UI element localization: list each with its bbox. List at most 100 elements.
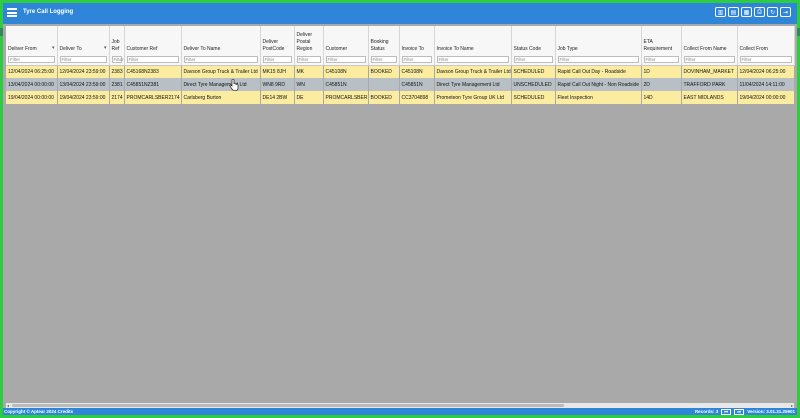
columns-icon[interactable]: ▥: [715, 7, 726, 17]
column-header[interactable]: Status Code Filter: [511, 26, 556, 66]
column-label: Invoice To Name: [436, 45, 474, 52]
scrollbar-thumb[interactable]: [12, 404, 564, 407]
column-filter-input[interactable]: Filter: [513, 55, 553, 63]
table-cell: C45108N: [399, 65, 434, 78]
column-label: Customer Ref: [126, 45, 158, 52]
column-header[interactable]: Customer Filter: [323, 26, 369, 66]
column-filter-input[interactable]: Filter: [401, 55, 432, 63]
table-cell: 11/04/2024 14:11:00: [737, 78, 794, 91]
table-cell: DE14 2BW: [260, 91, 294, 104]
table-cell: BOOKED: [368, 65, 399, 78]
column-header[interactable]: Invoice To Filter: [399, 26, 435, 66]
column-filter-input[interactable]: Filter: [436, 55, 509, 63]
table-cell: 19/04/2024 23:59:00: [57, 91, 109, 104]
column-filter-input[interactable]: Filter: [325, 55, 366, 63]
menu-icon[interactable]: [7, 8, 17, 17]
table-cell: 2381: [109, 78, 124, 91]
table-cell: PROMCARLSBER2174: [124, 91, 181, 104]
column-filter-input[interactable]: Filter: [683, 55, 735, 63]
column-header[interactable]: Invoice To Name Filter: [434, 26, 512, 66]
table-cell: 2383: [109, 65, 124, 78]
column-header[interactable]: Deliver To Name Filter: [181, 26, 261, 66]
column-filter-input[interactable]: Filter: [557, 55, 639, 63]
column-header[interactable]: Deliver Postal Region Filter: [294, 26, 324, 66]
toolbar: ▥ ▤ ▦ ⎙ ↻ ⇥: [715, 7, 791, 17]
column-header[interactable]: Job Type Filter: [555, 26, 642, 66]
table-cell: Davson Group Truck & Trailer Ltd: [434, 65, 511, 78]
column-filter-input[interactable]: Filter: [59, 55, 107, 63]
table-cell: WN: [294, 78, 323, 91]
table-cell: UNSCHEDULED: [511, 78, 555, 91]
column-label: Status Code: [513, 45, 542, 52]
table-cell: Direct Tyre Management Ltd: [434, 78, 511, 91]
table-cell: EAST MIDLANDS: [681, 91, 737, 104]
table-cell: BOOKED: [368, 91, 399, 104]
table-cell: WN8 9RD: [260, 78, 294, 91]
records-count: Records: 3: [694, 409, 719, 414]
table-cell: 2174: [109, 91, 124, 104]
print-icon[interactable]: ⎙: [754, 7, 765, 17]
table-cell: 12/04/2024 23:59:00: [57, 65, 109, 78]
column-label: Deliver Postal Region: [296, 31, 313, 52]
table-cell: 13/04/2024 23:59:00: [57, 78, 109, 91]
table-cell: C45851NZ381: [124, 78, 181, 91]
column-header[interactable]: Collect From Name Filter: [681, 26, 738, 66]
table-cell: 19/04/2024 00:00:00: [737, 91, 794, 104]
last-page-button[interactable]: ⏭: [734, 408, 745, 415]
first-page-button[interactable]: ⏮: [721, 408, 732, 415]
table-cell: Prometeon Tyre Group UK Ltd: [434, 91, 511, 104]
column-filter-input[interactable]: Filter: [111, 55, 124, 63]
table-cell: Direct Tyre Management Ltd: [181, 78, 260, 91]
table-row[interactable]: 19/04/2024 00:00:00 19/04/2024 23:59:00 21…: [6, 91, 794, 104]
page-title: Tyre Call Logging: [23, 9, 74, 15]
column-header[interactable]: Collect From Filter: [737, 26, 795, 66]
excel-icon[interactable]: ▦: [741, 7, 752, 17]
table-cell: SCHEDULED: [511, 65, 555, 78]
refresh-icon[interactable]: ↻: [767, 7, 778, 17]
column-label: Customer: [325, 45, 348, 52]
table-cell: Rapid Call Out Day - Roadside: [555, 65, 641, 78]
sort-icon[interactable]: ▾: [52, 45, 55, 51]
table-row[interactable]: 12/04/2024 06:25:00 12/04/2024 23:59:00 23…: [6, 65, 794, 78]
table-cell: Rapid Call Out Night - Non Roadside: [555, 78, 641, 91]
table-cell: C45851N: [399, 78, 434, 91]
table-cell: DE: [294, 91, 323, 104]
table-cell: Fleet Inspection: [555, 91, 641, 104]
column-filter-input[interactable]: Filter: [8, 55, 55, 63]
column-header[interactable]: ETA Requirement Filter: [641, 26, 682, 66]
column-header[interactable]: Deliver PostCode Filter: [260, 26, 295, 66]
pdf-icon[interactable]: ▤: [728, 7, 739, 17]
column-filter-input[interactable]: Filter: [739, 55, 792, 63]
app-frame: Tyre Call Logging ▥ ▤ ▦ ⎙ ↻ ⇥ Deliver From ▾ Fi…: [3, 3, 797, 415]
column-filter-input[interactable]: Filter: [370, 55, 397, 63]
column-filter-input[interactable]: Filter: [262, 55, 292, 63]
column-label: Collect From Name: [683, 45, 727, 52]
column-header[interactable]: Job Ref Filter: [109, 26, 125, 66]
table-cell: Davson Group Truck & Trailer Ltd: [181, 65, 260, 78]
column-filter-input[interactable]: Filter: [183, 55, 258, 63]
column-header[interactable]: Booking Status Filter: [368, 26, 400, 66]
table-cell: MK15 8JH: [260, 65, 294, 78]
table-cell: PROMCARLSBER: [323, 91, 368, 104]
table-cell: [368, 78, 399, 91]
sort-icon[interactable]: ▾: [104, 45, 107, 51]
data-grid: Deliver From ▾ Filter Deliver To ▾ Filter Job …: [6, 26, 795, 403]
column-header[interactable]: Deliver From ▾ Filter: [6, 26, 58, 66]
table-cell: C45108N: [323, 65, 368, 78]
table-cell: 14D: [641, 91, 681, 104]
column-label: Job Ref: [111, 38, 120, 52]
column-header[interactable]: Customer Ref Filter: [124, 26, 182, 66]
table-cell: 2D: [641, 78, 681, 91]
column-filter-input[interactable]: Filter: [643, 55, 679, 63]
table-row[interactable]: 13/04/2024 00:00:00 13/04/2024 23:59:00 23…: [6, 78, 794, 91]
table-cell: TRAFFORD PARK: [681, 78, 737, 91]
table-cell: 1D: [641, 65, 681, 78]
column-label: Deliver To: [59, 45, 82, 52]
table-cell: DOVINHAM_MARKET: [681, 65, 737, 78]
column-filter-input[interactable]: Filter: [126, 55, 179, 63]
column-label: Invoice To: [401, 45, 424, 52]
logout-icon[interactable]: ⇥: [780, 7, 791, 17]
column-filter-input[interactable]: Filter: [296, 55, 321, 63]
column-header[interactable]: Deliver To ▾ Filter: [57, 26, 110, 66]
column-label: Deliver PostCode: [262, 38, 285, 52]
